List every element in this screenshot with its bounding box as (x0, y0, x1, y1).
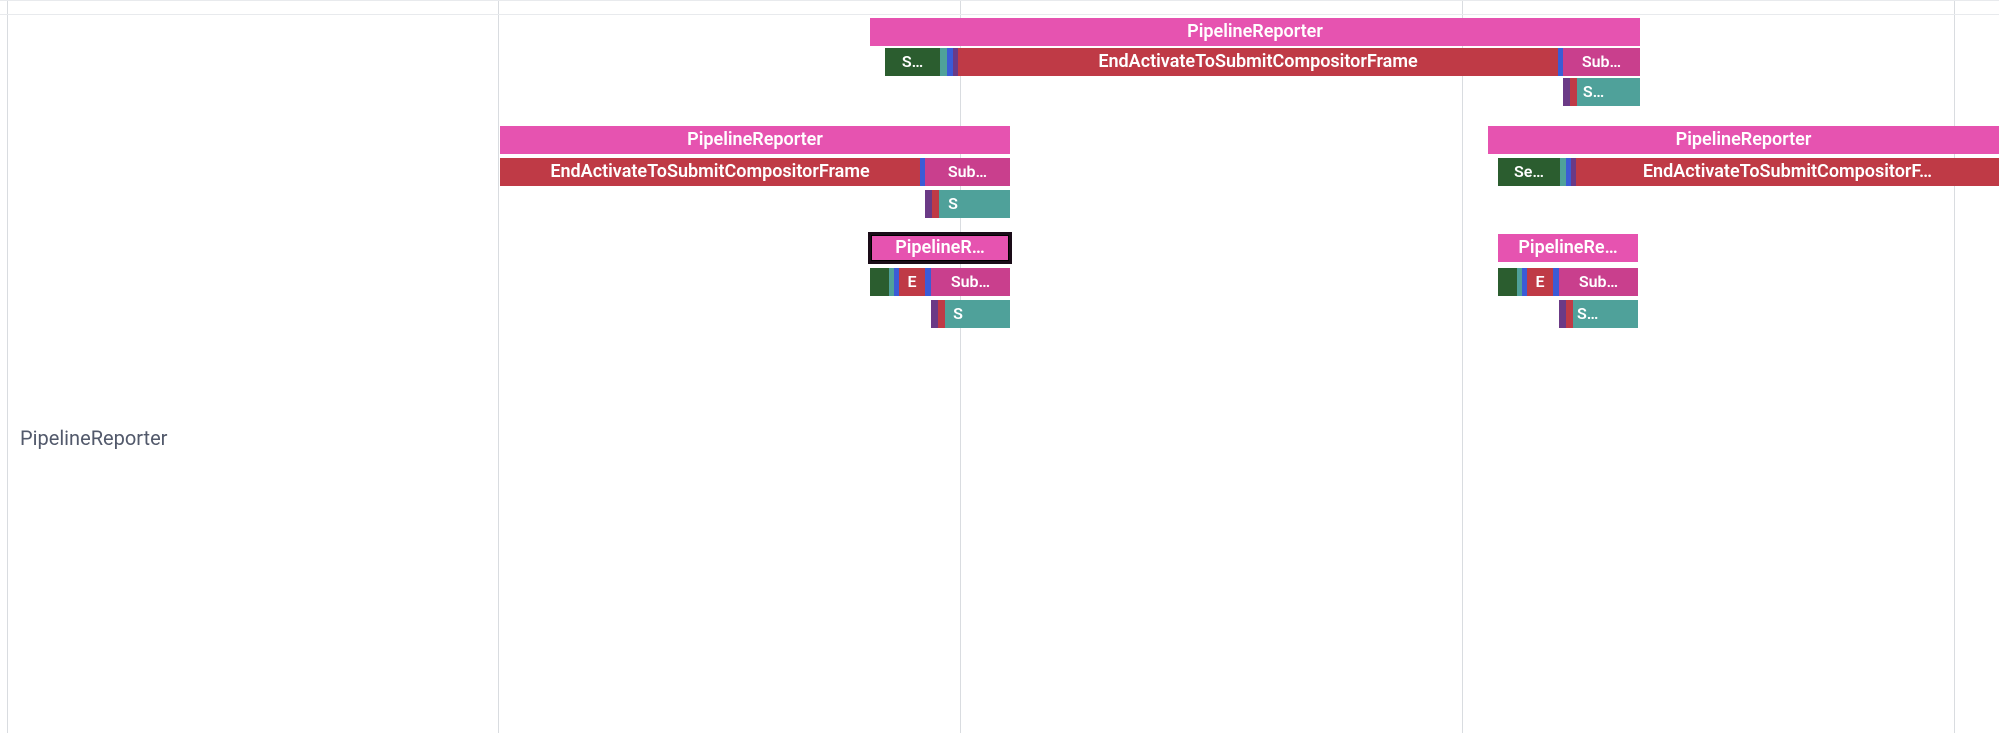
slice-teal[interactable]: S… (1573, 300, 1599, 328)
send-begin-frame-slice[interactable]: S… (885, 48, 940, 76)
submit-compositor-frame-slice[interactable]: Sub… (1559, 268, 1638, 296)
grid-line (1462, 0, 1463, 733)
submit-compositor-frame-slice[interactable]: Sub… (925, 158, 1010, 186)
pipeline-reporter-slice[interactable]: PipelineR… (870, 234, 1010, 262)
row-separator (0, 0, 1999, 1)
trace-viewport[interactable]: { "track_label": "PipelineReporter", "gr… (0, 0, 1999, 733)
send-begin-frame-slice[interactable] (1498, 268, 1517, 296)
slice-teal[interactable]: S (945, 300, 971, 328)
submit-compositor-frame-slice[interactable]: Sub… (1563, 48, 1640, 76)
grid-line (960, 0, 961, 733)
pipeline-reporter-slice[interactable]: PipelineReporter (870, 18, 1640, 46)
send-begin-frame-slice[interactable] (870, 268, 889, 296)
end-activate-submit-slice[interactable]: E (1527, 268, 1553, 296)
slice-teal[interactable] (971, 300, 1010, 328)
row-separator (0, 14, 1999, 15)
slice-teal[interactable] (967, 190, 1010, 218)
end-activate-submit-slice[interactable]: E (899, 268, 925, 296)
slice-teal[interactable]: S… (1577, 78, 1610, 106)
pipeline-reporter-slice[interactable]: PipelineReporter (1488, 126, 1999, 154)
grid-line (498, 0, 499, 733)
slice-teal[interactable] (1610, 78, 1640, 106)
grid-line (7, 0, 8, 733)
send-begin-frame-slice[interactable]: Se… (1498, 158, 1560, 186)
slice-teal[interactable] (1599, 300, 1638, 328)
pipeline-reporter-slice[interactable]: PipelineRe… (1498, 234, 1638, 262)
submit-compositor-frame-slice[interactable]: Sub… (931, 268, 1010, 296)
pipeline-reporter-slice[interactable]: PipelineReporter (500, 126, 1010, 154)
end-activate-submit-slice[interactable]: EndActivateToSubmitCompositorFrame (500, 158, 920, 186)
end-activate-submit-slice[interactable]: EndActivateToSubmitCompositorF… (1576, 158, 1999, 186)
track-label: PipelineReporter (20, 426, 167, 450)
grid-line (1954, 0, 1955, 733)
end-activate-submit-slice[interactable]: EndActivateToSubmitCompositorFrame (958, 48, 1558, 76)
slice-teal[interactable]: S (939, 190, 967, 218)
